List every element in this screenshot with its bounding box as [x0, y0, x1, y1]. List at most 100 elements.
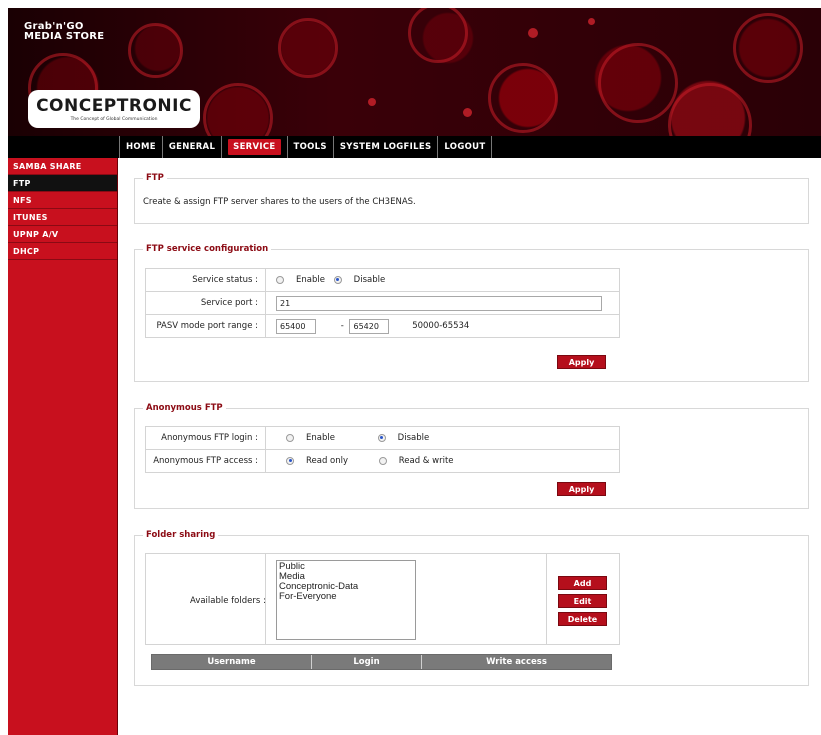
nav-logout[interactable]: LOGOUT [437, 136, 493, 158]
pasv-range-cell: 65400 - 65420 50000-65534 [265, 314, 620, 338]
service-disable-radio[interactable] [333, 275, 342, 284]
logo-tagline: The Concept of Global Communication [70, 116, 158, 122]
decor-dot [463, 108, 472, 117]
decor-ring [668, 83, 752, 136]
anonymous-ftp-title: Anonymous FTP [143, 403, 226, 413]
decor-dot [368, 98, 376, 106]
anonymous-login-label: Anonymous FTP login : [145, 426, 266, 450]
header-banner: Grab'n'GO MEDIA STORE CONCEPTRONIC The C… [8, 8, 821, 136]
sidebar-item-itunes[interactable]: ITUNES [8, 209, 117, 226]
decor-ring [488, 63, 558, 133]
delete-folder-button[interactable]: Delete [558, 612, 607, 626]
pasv-range-hint: 50000-65534 [412, 321, 470, 331]
service-port-label: Service port : [145, 291, 266, 315]
nav-tools[interactable]: TOOLS [286, 136, 333, 158]
nav-menu: HOME GENERAL SERVICE TOOLS SYSTEM LOGFIL… [119, 136, 493, 158]
decor-ring [598, 43, 678, 123]
logo-wordmark: CONCEPTRONIC [36, 95, 192, 116]
anonymous-login-enable-radio[interactable] [286, 433, 294, 442]
add-folder-button[interactable]: Add [558, 576, 607, 590]
service-enable-radio[interactable] [276, 275, 284, 284]
sidebar: SAMBA SHARE FTP NFS ITUNES UPNP A/V DHCP [8, 158, 118, 735]
column-login[interactable]: Login [312, 655, 422, 669]
ftp-config-apply-button[interactable]: Apply [557, 355, 606, 369]
nav-service-label: SERVICE [228, 139, 281, 155]
service-disable-label: Disable [353, 274, 386, 285]
nav-system-logfiles-label: SYSTEM LOGFILES [339, 142, 432, 152]
decor-ring [278, 18, 338, 78]
sidebar-item-ftp[interactable]: FTP [8, 175, 117, 192]
nav-general-label: GENERAL [168, 142, 216, 152]
brand-line-2: MEDIA STORE [24, 31, 105, 42]
ftp-config-title: FTP service configuration [143, 244, 272, 254]
decor-ring [733, 13, 803, 83]
service-status-row: Service status : Enable Disable [145, 268, 620, 292]
nav-home[interactable]: HOME [119, 136, 162, 158]
service-enable-label: Enable [296, 274, 325, 285]
service-status-label: Service status : [145, 268, 266, 292]
anonymous-access-row: Anonymous FTP access : Read only Read & … [145, 449, 620, 473]
anonymous-login-enable-label: Enable [306, 432, 335, 443]
folder-item[interactable]: For-Everyone [279, 592, 413, 602]
nav-home-label: HOME [126, 142, 156, 152]
sidebar-item-label: FTP [13, 178, 31, 188]
ftp-config-table: Service status : Enable Disable Service … [145, 268, 620, 338]
sidebar-item-label: NFS [13, 195, 32, 205]
folder-sharing-box: Available folders : Public Media Concept… [145, 553, 620, 645]
service-port-input[interactable]: 21 [276, 295, 602, 311]
anonymous-readonly-label: Read only [306, 455, 349, 466]
anonymous-readwrite-label: Read & write [398, 455, 454, 466]
pasv-dash: - [340, 321, 344, 331]
pasv-range-row: PASV mode port range : 65400 - 65420 500… [145, 314, 620, 338]
sidebar-item-label: DHCP [13, 246, 40, 256]
nav-general[interactable]: GENERAL [161, 136, 221, 158]
sidebar-item-label: SAMBA SHARE [13, 161, 82, 171]
anonymous-readonly-radio[interactable] [286, 456, 294, 465]
decor-ring [128, 23, 183, 78]
nav-system-logfiles[interactable]: SYSTEM LOGFILES [332, 136, 438, 158]
pasv-from-input[interactable]: 65400 [276, 318, 316, 334]
anonymous-login-row: Anonymous FTP login : Enable Disable [145, 426, 620, 450]
folder-sharing-divider [546, 554, 547, 644]
anonymous-ftp-panel: Anonymous FTP Anonymous FTP login : Enab… [134, 403, 809, 509]
folder-sharing-panel: Folder sharing Available folders : Publi… [134, 530, 809, 686]
ftp-config-panel: FTP service configuration Service status… [134, 244, 809, 382]
pasv-to-input[interactable]: 65420 [349, 318, 390, 334]
sidebar-item-samba-share[interactable]: SAMBA SHARE [8, 158, 117, 175]
sidebar-item-nfs[interactable]: NFS [8, 192, 117, 209]
anonymous-login-options: Enable Disable [265, 426, 620, 450]
available-folders-label: Available folders : [190, 596, 266, 606]
service-port-cell: 21 [265, 291, 620, 315]
decor-dot [528, 28, 538, 38]
sidebar-item-label: UPNP A/V [13, 229, 59, 239]
available-folders-listbox[interactable]: Public Media Conceptronic-Data For-Every… [276, 560, 416, 640]
top-nav: HOME GENERAL SERVICE TOOLS SYSTEM LOGFIL… [8, 136, 821, 158]
ftp-description: Create & assign FTP server shares to the… [143, 197, 416, 207]
anonymous-apply-button[interactable]: Apply [557, 482, 606, 496]
anonymous-readwrite-radio[interactable] [378, 456, 387, 465]
brand-title: Grab'n'GO MEDIA STORE [24, 22, 104, 42]
service-status-options: Enable Disable [265, 268, 620, 292]
sidebar-item-upnp-av[interactable]: UPNP A/V [8, 226, 117, 243]
decor-ring [203, 83, 273, 136]
column-write-access[interactable]: Write access [422, 655, 611, 669]
sidebar-item-label: ITUNES [13, 212, 48, 222]
anonymous-login-disable-radio[interactable] [377, 433, 386, 442]
anonymous-login-disable-label: Disable [397, 432, 430, 443]
conceptronic-logo: CONCEPTRONIC The Concept of Global Commu… [28, 90, 200, 128]
decor-dot [588, 18, 595, 25]
ftp-intro-title: FTP [143, 173, 167, 183]
user-access-table-header: Username Login Write access [151, 654, 612, 670]
service-port-row: Service port : 21 [145, 291, 620, 315]
nav-tools-label: TOOLS [293, 142, 327, 152]
ftp-intro-panel: FTP Create & assign FTP server shares to… [134, 173, 809, 224]
column-username[interactable]: Username [152, 655, 312, 669]
edit-folder-button[interactable]: Edit [558, 594, 607, 608]
anonymous-access-options: Read only Read & write [265, 449, 620, 473]
decor-ring [408, 8, 468, 63]
folder-sharing-title: Folder sharing [143, 530, 219, 540]
sidebar-item-dhcp[interactable]: DHCP [8, 243, 117, 260]
anonymous-access-label: Anonymous FTP access : [145, 449, 266, 473]
nav-service[interactable]: SERVICE [221, 136, 286, 158]
anonymous-ftp-table: Anonymous FTP login : Enable Disable Ano… [145, 426, 620, 473]
